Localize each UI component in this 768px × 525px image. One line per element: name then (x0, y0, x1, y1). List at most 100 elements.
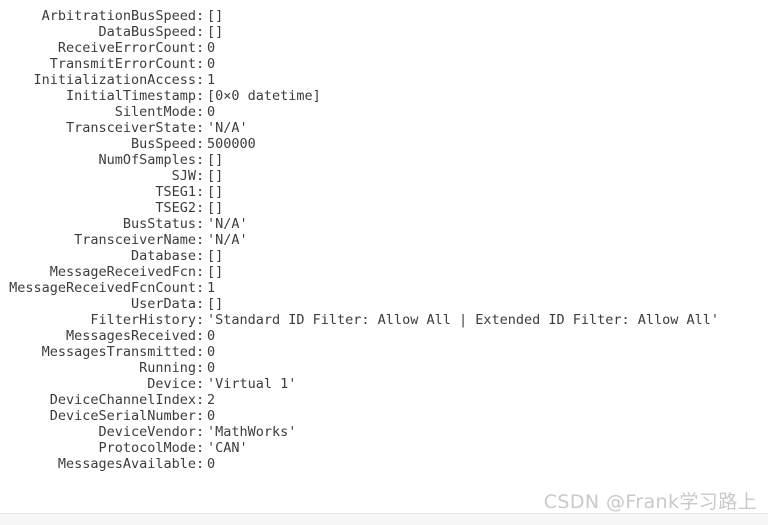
property-line: UserData:[] (0, 296, 768, 312)
property-name: TransmitErrorCount (49, 56, 196, 72)
property-name: MessagesReceived (65, 328, 196, 344)
property-separator: : (196, 120, 205, 136)
property-value: 'N/A' (207, 216, 248, 232)
property-value: 0 (207, 56, 216, 72)
property-line: BusSpeed: 500000 (0, 136, 768, 152)
property-separator: : (196, 392, 205, 408)
property-name: DataBusSpeed (98, 24, 196, 40)
property-line: DeviceVendor: 'MathWorks' (0, 424, 768, 440)
property-line: Database:[] (0, 248, 768, 264)
property-line: SilentMode: 0 (0, 104, 768, 120)
property-separator: : (196, 8, 205, 24)
property-value: 2 (207, 392, 216, 408)
property-name: InitialTimestamp (65, 88, 196, 104)
property-separator: : (196, 376, 205, 392)
property-separator: : (196, 424, 205, 440)
property-separator: : (196, 456, 205, 472)
property-value: 0 (207, 328, 216, 344)
property-separator: : (196, 296, 205, 312)
property-separator: : (196, 216, 205, 232)
property-name: MessageReceivedFcn (49, 264, 196, 280)
property-line: MessageReceivedFcnCount: 1 (0, 280, 768, 296)
property-value: 0 (207, 104, 216, 120)
property-value: [0×0 datetime] (207, 88, 321, 104)
property-value: 0 (207, 408, 216, 424)
property-separator: : (196, 104, 205, 120)
property-name: MessagesAvailable (57, 456, 196, 472)
property-name: SJW (171, 168, 196, 184)
property-value: 0 (207, 360, 216, 376)
property-value: 'Standard ID Filter: Allow All | Extende… (207, 312, 720, 328)
property-value: [] (207, 168, 224, 184)
property-value: [] (207, 152, 224, 168)
property-line: ArbitrationBusSpeed:[] (0, 8, 768, 24)
property-name: Device (147, 376, 196, 392)
property-line: DeviceChannelIndex: 2 (0, 392, 768, 408)
property-name: ReceiveErrorCount (57, 40, 196, 56)
property-name: InitializationAccess (33, 72, 196, 88)
property-value: 'N/A' (207, 120, 248, 136)
property-separator: : (196, 200, 205, 216)
property-name: DeviceSerialNumber (49, 408, 196, 424)
property-name: BusStatus (122, 216, 196, 232)
property-separator: : (196, 360, 205, 376)
property-line: FilterHistory: 'Standard ID Filter: Allow… (0, 312, 768, 328)
property-value: [] (207, 200, 224, 216)
property-separator: : (196, 264, 205, 280)
property-value: [] (207, 264, 224, 280)
property-line: ReceiveErrorCount: 0 (0, 40, 768, 56)
property-name: FilterHistory (90, 312, 196, 328)
property-line: SJW:[] (0, 168, 768, 184)
property-name: DeviceChannelIndex (49, 392, 196, 408)
property-separator: : (196, 440, 205, 456)
property-separator: : (196, 168, 205, 184)
property-line: InitialTimestamp: [0×0 datetime] (0, 88, 768, 104)
property-value: 'N/A' (207, 232, 248, 248)
property-name: NumOfSamples (98, 152, 196, 168)
property-value: [] (207, 296, 224, 312)
property-value: 1 (207, 280, 216, 296)
property-name: UserData (130, 296, 196, 312)
property-separator: : (196, 280, 205, 296)
property-separator: : (196, 184, 205, 200)
property-line: Device: 'Virtual 1' (0, 376, 768, 392)
property-value: [] (207, 24, 224, 40)
property-name: MessageReceivedFcnCount (9, 280, 196, 296)
property-line: NumOfSamples:[] (0, 152, 768, 168)
property-separator: : (196, 328, 205, 344)
property-line: TransmitErrorCount: 0 (0, 56, 768, 72)
property-value: 1 (207, 72, 216, 88)
property-line: TransceiverState: 'N/A' (0, 120, 768, 136)
property-name: MessagesTransmitted (41, 344, 196, 360)
property-separator: : (196, 248, 205, 264)
property-line: MessagesReceived: 0 (0, 328, 768, 344)
property-separator: : (196, 344, 205, 360)
property-name: ArbitrationBusSpeed (41, 8, 196, 24)
property-line: MessagesTransmitted: 0 (0, 344, 768, 360)
property-name: TransceiverState (65, 120, 196, 136)
property-value: [] (207, 8, 224, 24)
property-separator: : (196, 152, 205, 168)
property-name: TSEG1 (155, 184, 196, 200)
property-separator: : (196, 24, 205, 40)
property-separator: : (196, 88, 205, 104)
property-separator: : (196, 72, 205, 88)
property-name: ProtocolMode (98, 440, 196, 456)
property-name: TSEG2 (155, 200, 196, 216)
property-name: TransceiverName (74, 232, 196, 248)
bottom-strip (0, 514, 768, 525)
property-name: Running (139, 360, 196, 376)
property-value: 0 (207, 40, 216, 56)
property-value: [] (207, 184, 224, 200)
property-line: DeviceSerialNumber: 0 (0, 408, 768, 424)
property-value: 'Virtual 1' (207, 376, 297, 392)
property-separator: : (196, 136, 205, 152)
property-name: BusSpeed (130, 136, 196, 152)
property-value: 500000 (207, 136, 256, 152)
property-line: DataBusSpeed:[] (0, 24, 768, 40)
property-value: 'MathWorks' (207, 424, 297, 440)
property-line: Running: 0 (0, 360, 768, 376)
property-value: 0 (207, 456, 216, 472)
property-name: SilentMode (114, 104, 196, 120)
property-line: InitializationAccess: 1 (0, 72, 768, 88)
